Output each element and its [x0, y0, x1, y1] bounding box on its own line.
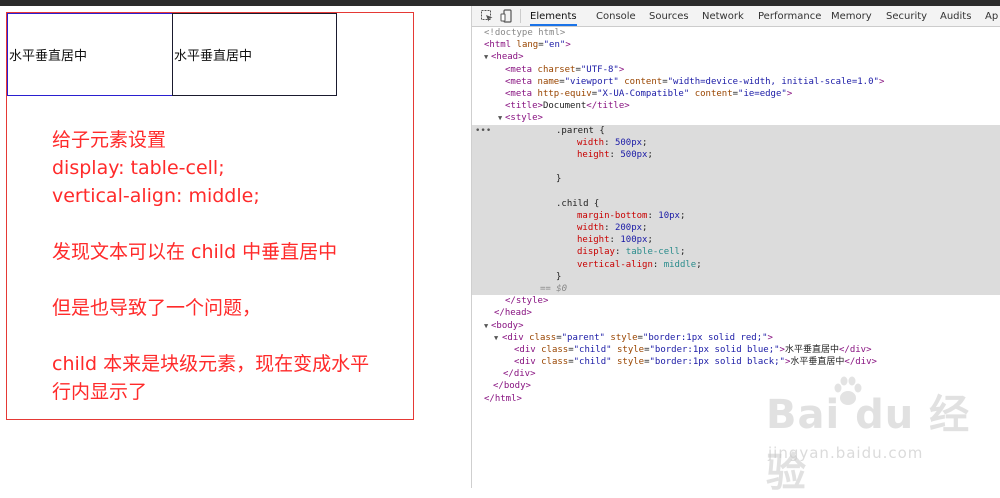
note-line-5: 但是也导致了一个问题，: [52, 297, 262, 319]
css-line-child-valign[interactable]: vertical-align: middle;: [472, 258, 1000, 271]
tab-memory[interactable]: Memory: [831, 6, 872, 26]
child-1-text: 水平垂直居中: [9, 49, 88, 64]
watermark-logo: Bai du 经验: [766, 392, 971, 496]
dom-tree: <!doctype html> <html lang="en"> ▼ <head>…: [472, 27, 1000, 405]
css-line-parent-selector[interactable]: ••• .parent {: [472, 124, 1000, 137]
note-line-2: display: table-cell;: [52, 157, 225, 179]
note-line-6: child 本来是块级元素，现在变成水平: [52, 353, 370, 375]
css-line-blank: [472, 161, 1000, 174]
expand-triangle-icon[interactable]: ▼: [494, 332, 498, 344]
more-options-icon[interactable]: •••: [475, 125, 491, 137]
css-line-child-display[interactable]: display: table-cell;: [472, 246, 1000, 259]
note-line-3: vertical-align: middle;: [52, 185, 260, 207]
annotation-note: 给子元素设置 display: table-cell; vertical-ali…: [52, 126, 412, 406]
dom-line-doctype[interactable]: <!doctype html>: [472, 27, 1000, 39]
tab-elements[interactable]: Elements: [530, 6, 577, 26]
dom-line-div-parent[interactable]: ▼ <div class="parent" style="border:1px s…: [472, 332, 1000, 344]
css-line-close-brace: }: [472, 270, 1000, 283]
css-line-child-width[interactable]: width: 200px;: [472, 222, 1000, 235]
dom-line-style-close[interactable]: </style>: [472, 295, 1000, 307]
note-line-7: 行内显示了: [52, 381, 148, 403]
css-line-child-height[interactable]: height: 100px;: [472, 234, 1000, 247]
css-line-close-brace: }: [472, 173, 1000, 186]
css-line-child-margin[interactable]: margin-bottom: 10px;: [472, 209, 1000, 222]
devtools-tabbar: Elements Console Sources Network Perform…: [472, 6, 1000, 27]
css-line-parent-height[interactable]: height: 500px;: [472, 148, 1000, 162]
expand-triangle-icon[interactable]: ▼: [484, 320, 488, 332]
dom-line-head[interactable]: ▼ <head>: [472, 51, 1000, 63]
device-toolbar-icon[interactable]: [500, 9, 514, 23]
dom-line-meta-compat[interactable]: <meta http-equiv="X-UA-Compatible" conte…: [472, 88, 1000, 100]
dom-line-div-child-2[interactable]: <div class="child" style="border:1px sol…: [472, 356, 1000, 368]
dom-line-head-close[interactable]: </head>: [472, 307, 1000, 319]
tab-security[interactable]: Security: [886, 6, 927, 26]
dom-line-html[interactable]: <html lang="en">: [472, 39, 1000, 51]
note-line-4: 发现文本可以在 child 中垂直居中: [52, 241, 338, 263]
tab-performance[interactable]: Performance: [758, 6, 821, 26]
watermark-url: jingyan.baidu.com: [768, 444, 924, 462]
tab-audits[interactable]: Audits: [940, 6, 971, 26]
dom-line-meta-viewport[interactable]: <meta name="viewport" content="width=dev…: [472, 76, 1000, 88]
css-line-child-selector[interactable]: .child {: [472, 197, 1000, 210]
dom-line-meta-charset[interactable]: <meta charset="UTF-8">: [472, 64, 1000, 76]
tab-network[interactable]: Network: [702, 6, 744, 26]
tab-sources[interactable]: Sources: [649, 6, 689, 26]
child-box-1: 水平垂直居中: [7, 13, 173, 96]
css-line-blank: [472, 185, 1000, 198]
tab-console[interactable]: Console: [596, 6, 636, 26]
expand-triangle-icon[interactable]: ▼: [484, 51, 488, 63]
dom-line-body[interactable]: ▼ <body>: [472, 320, 1000, 332]
toolbar-separator: [520, 9, 521, 23]
inspect-element-icon[interactable]: [480, 9, 494, 23]
css-line-parent-width[interactable]: width: 500px;: [472, 136, 1000, 149]
expand-triangle-icon[interactable]: ▼: [498, 112, 502, 124]
baidu-jingyan-watermark: Bai du 经验 jingyan.baidu.com: [762, 372, 1000, 496]
selected-node-marker: == $0: [472, 282, 1000, 296]
dom-line-div-child-1[interactable]: <div class="child" style="border:1px sol…: [472, 344, 1000, 356]
note-line-1: 给子元素设置: [52, 129, 167, 151]
dom-line-style[interactable]: ▼ <style>: [472, 112, 1000, 124]
dom-line-title[interactable]: <title>Document</title>: [472, 100, 1000, 112]
child-box-2: 水平垂直居中: [172, 13, 337, 96]
page-preview: 水平垂直居中 水平垂直居中 给子元素设置 display: table-cell…: [0, 6, 472, 488]
tab-application[interactable]: Ap: [985, 6, 998, 26]
child-2-text: 水平垂直居中: [174, 49, 253, 64]
